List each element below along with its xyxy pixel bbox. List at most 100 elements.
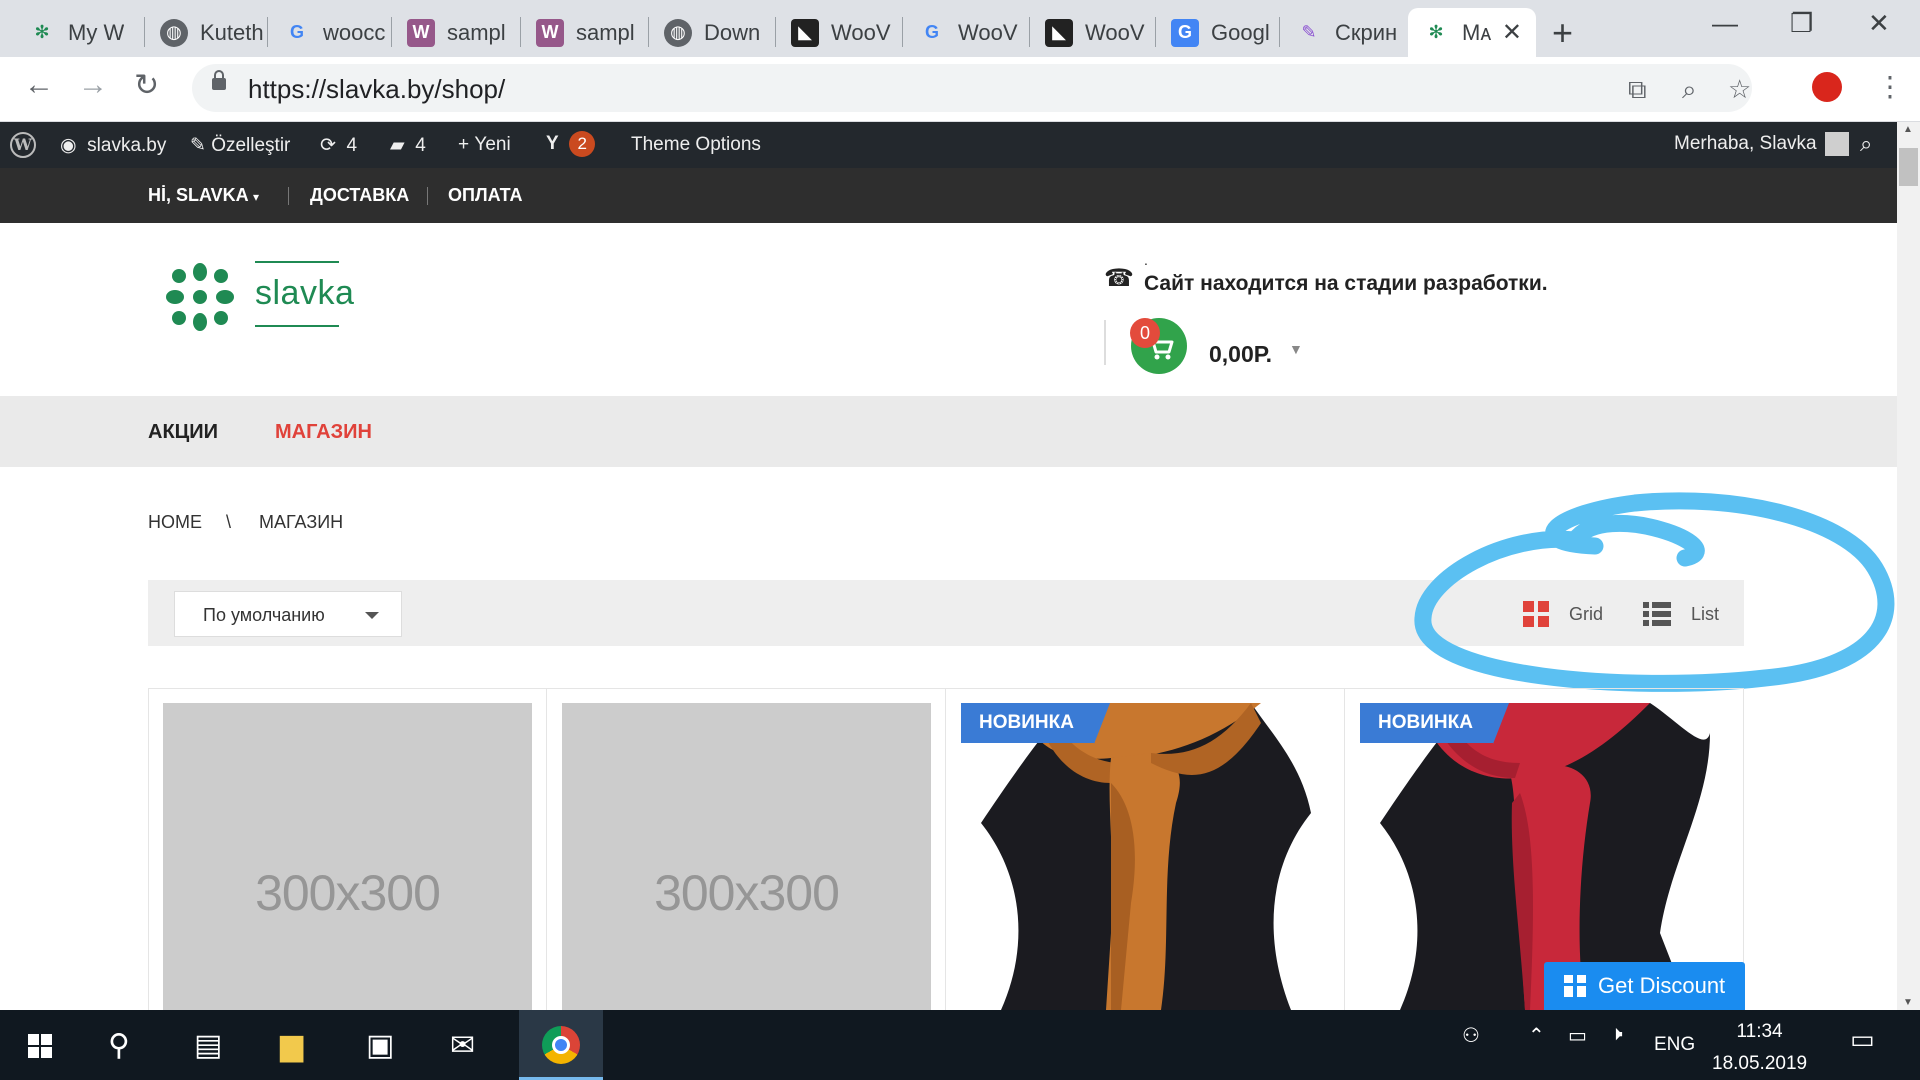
back-arrow-icon[interactable]: ← — [24, 68, 54, 102]
bookmark-star-icon[interactable]: ☆ — [1728, 74, 1751, 105]
chrome-icon[interactable] — [542, 1026, 580, 1064]
admin-search-icon[interactable]: ⌕ — [1860, 131, 1872, 157]
list-icon — [1643, 602, 1671, 626]
cart-count-badge: 0 — [1130, 318, 1160, 348]
product-image-orange-scarf[interactable]: НОВИНКА — [961, 703, 1330, 1010]
slavka-logo-icon[interactable] — [165, 262, 235, 332]
taskbar-clock[interactable]: 11:34 18.05.2019 — [1712, 1016, 1807, 1080]
windows-taskbar: ⚲ ▤ ▆ ▣ ✉ — [0, 1010, 1920, 1080]
language-indicator[interactable]: ENG — [1654, 1034, 1695, 1056]
clock-time: 11:34 — [1736, 1021, 1783, 1042]
sort-select[interactable]: По умолчанию — [174, 591, 402, 637]
admin-yoast-link[interactable]: Y 2 — [546, 131, 596, 157]
window-close-icon[interactable]: ✕ — [1868, 8, 1890, 39]
browser-toolbar: ← → ↻ https://slavka.by/shop/ ⧉ ⌕ ☆ — [0, 57, 1920, 122]
gift-icon — [1564, 975, 1586, 997]
site-logo-text[interactable]: slavka — [255, 274, 354, 313]
browser-tab[interactable]: G Googl — [1157, 8, 1277, 57]
notice-dot: . — [1144, 252, 1148, 268]
tab-title: WooV — [1085, 19, 1145, 45]
mail-icon[interactable]: ✉ — [450, 1028, 475, 1063]
chevron-down-icon[interactable]: ▼ — [1289, 341, 1303, 357]
penguin-icon: ◣ — [1045, 18, 1073, 47]
browser-tab[interactable]: W sampl — [393, 8, 518, 57]
browser-tab[interactable]: ◣ WooV — [1031, 8, 1156, 57]
yoast-badge: 2 — [569, 131, 596, 157]
url-text[interactable]: https://slavka.by/shop/ — [248, 74, 505, 105]
forward-arrow-icon[interactable]: → — [78, 68, 108, 102]
admin-updates-link[interactable]: ⟳ 4 — [320, 134, 357, 157]
tab-title: Down — [704, 19, 761, 45]
dashboard-icon: ◉ — [60, 135, 77, 156]
product-image-placeholder[interactable]: 300x300 — [562, 703, 931, 1010]
admin-site-link[interactable]: ◉ slavka.by — [60, 134, 166, 157]
admin-new-link[interactable]: + Yeni — [458, 134, 511, 156]
sort-selected-value: По умолчанию — [203, 605, 325, 625]
new-tab-button[interactable]: + — [1552, 12, 1573, 54]
cart-total[interactable]: 0,00Р. — [1209, 341, 1272, 368]
account-menu-label: Hİ, SLAVKA — [148, 185, 249, 205]
wp-admin-bar: W ◉ slavka.by ✎ Özelleştir ⟳ 4 ▰ 4 + Yen… — [0, 122, 1897, 168]
slavka-logo-icon: ✻ — [34, 22, 50, 42]
reload-icon[interactable]: ↻ — [134, 68, 159, 103]
admin-account-link[interactable]: Merhaba, Slavka — [1674, 132, 1849, 156]
minimize-icon[interactable]: — — [1712, 8, 1738, 39]
browser-tab[interactable]: ◣ WooV — [777, 8, 902, 57]
browser-tab[interactable]: ✻ My W — [14, 8, 144, 57]
browser-tab[interactable]: ◍ Down — [650, 8, 775, 57]
google-icon: G — [289, 22, 304, 42]
zoom-icon[interactable]: ⌕ — [1682, 74, 1697, 106]
windows-start-icon[interactable] — [28, 1034, 52, 1058]
menu-kebab-icon[interactable]: ⋮ — [1876, 70, 1904, 103]
chevron-up-icon[interactable]: ⌃ — [1528, 1023, 1545, 1048]
list-view-button[interactable]: List — [1643, 601, 1719, 627]
address-bar[interactable]: https://slavka.by/shop/ ⧉ ⌕ ☆ — [192, 64, 1752, 112]
main-menu: АКЦИИ МАГАЗИН — [0, 396, 1897, 467]
menu-item-shop[interactable]: МАГАЗИН — [275, 421, 372, 444]
restore-icon[interactable]: ❐ — [1790, 8, 1813, 39]
store-icon[interactable]: ▣ — [366, 1028, 394, 1063]
browser-tab[interactable]: W sampl — [522, 8, 647, 57]
volume-icon[interactable]: 🕨 — [1610, 1023, 1623, 1046]
product-image-placeholder[interactable]: 300x300 — [163, 703, 532, 1010]
tab-title: woocc — [323, 19, 386, 45]
admin-theme-options-link[interactable]: Theme Options — [631, 134, 761, 156]
comments-count: 4 — [415, 135, 426, 156]
browser-tab-active[interactable]: ✻ Mᴀ ✕ — [1408, 8, 1536, 57]
browser-tab[interactable]: G woocc — [269, 8, 389, 57]
browser-tab[interactable]: G WooV — [904, 8, 1029, 57]
browser-tab[interactable]: ✎ Скрин — [1281, 8, 1406, 57]
page-scrollbar[interactable]: ▲ ▼ — [1897, 122, 1920, 1010]
admin-comments-link[interactable]: ▰ 4 — [390, 134, 426, 157]
scrollbar-thumb[interactable] — [1899, 148, 1918, 186]
yoast-icon: Y — [546, 133, 559, 154]
translate-icon[interactable]: ⧉ — [1628, 74, 1647, 106]
task-view-icon[interactable]: ▤ — [194, 1028, 222, 1063]
globe-icon: ◍ — [664, 18, 692, 47]
breadcrumb-separator: \ — [226, 512, 232, 532]
scroll-down-icon[interactable]: ▼ — [1903, 997, 1913, 1008]
google-icon: G — [924, 22, 939, 42]
close-tab-icon[interactable]: ✕ — [1502, 18, 1522, 47]
nav-delivery[interactable]: ДОСТАВКА — [310, 185, 409, 206]
wordpress-logo-icon[interactable]: W — [10, 132, 36, 158]
search-icon[interactable]: ⚲ — [108, 1028, 130, 1063]
grid-view-button[interactable]: Grid — [1523, 601, 1603, 627]
woocommerce-icon: W — [407, 18, 435, 47]
tab-title: Kuteth — [200, 19, 264, 45]
account-menu[interactable]: Hİ, SLAVKA ▾ — [148, 185, 259, 206]
breadcrumb-home[interactable]: HOME — [148, 512, 202, 533]
file-explorer-icon[interactable]: ▆ — [280, 1028, 303, 1063]
get-discount-button[interactable]: Get Discount — [1544, 962, 1745, 1010]
battery-icon[interactable]: ▭ — [1568, 1023, 1587, 1048]
admin-customize-link[interactable]: ✎ Özelleştir — [190, 134, 290, 157]
feather-icon: ✎ — [1301, 22, 1317, 42]
extension-icon[interactable] — [1812, 72, 1842, 102]
phone-icon: ☎ — [1104, 265, 1134, 292]
scroll-up-icon[interactable]: ▲ — [1903, 124, 1913, 135]
notification-icon[interactable]: ▭ — [1850, 1024, 1875, 1055]
menu-item-promo[interactable]: АКЦИИ — [148, 421, 218, 444]
nav-payment[interactable]: ОПЛАТА — [448, 185, 523, 206]
people-icon[interactable]: ⚇ — [1462, 1023, 1480, 1048]
browser-tab[interactable]: ◍ Kuteth — [146, 8, 266, 57]
